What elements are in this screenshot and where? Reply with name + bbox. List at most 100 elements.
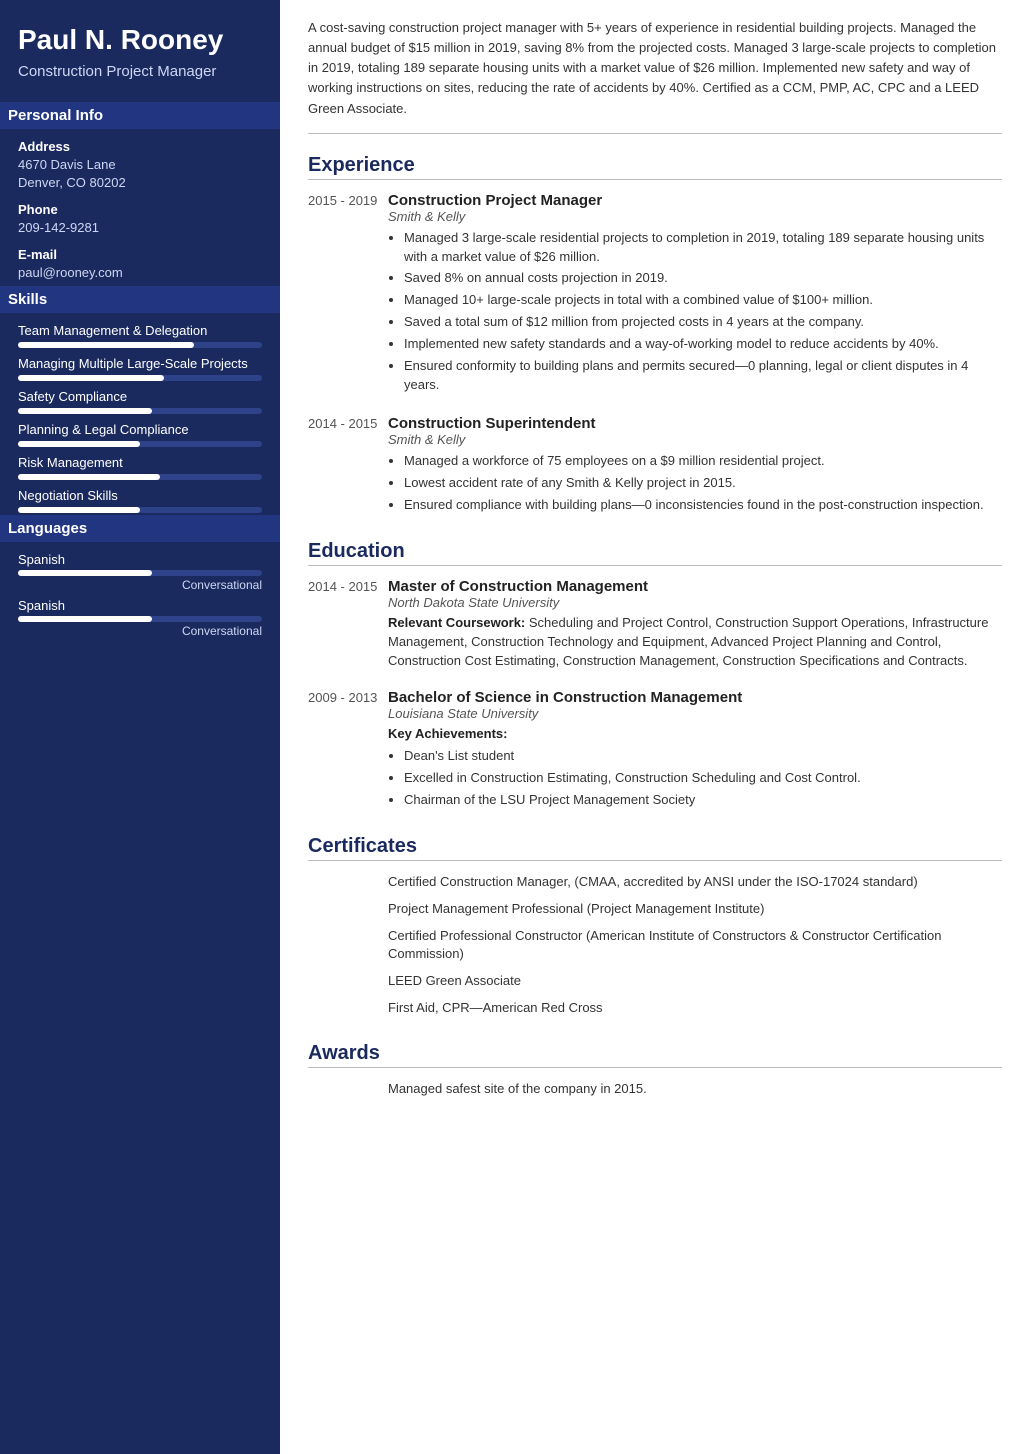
education-school: North Dakota State University: [388, 595, 1002, 610]
skill-name: Negotiation Skills: [18, 488, 262, 503]
education-school: Louisiana State University: [388, 706, 1002, 721]
award-indent: [308, 1080, 388, 1099]
certificates-section: Certificates Certified Construction Mana…: [308, 831, 1002, 1024]
education-degree: Master of Construction Management: [388, 578, 1002, 595]
language-level: Conversational: [18, 578, 262, 592]
certificate-text: Certified Professional Constructor (Amer…: [388, 927, 1002, 965]
education-achievements-label: Key Achievements:: [388, 725, 1002, 744]
experience-company: Smith & Kelly: [388, 209, 1002, 224]
phone-label: Phone: [18, 202, 262, 217]
skill-name: Safety Compliance: [18, 389, 262, 404]
skill-name: Managing Multiple Large-Scale Projects: [18, 356, 262, 371]
skill-bar-fill: [18, 342, 194, 348]
skill-bar-fill: [18, 441, 140, 447]
education-coursework: Relevant Coursework: Scheduling and Proj…: [388, 614, 1002, 671]
address-value: 4670 Davis LaneDenver, CO 80202: [18, 156, 262, 192]
skill-item: Planning & Legal Compliance: [18, 422, 262, 447]
language-item: Spanish Conversational: [18, 552, 262, 592]
language-level: Conversational: [18, 624, 262, 638]
certificate-row: Certified Professional Constructor (Amer…: [308, 927, 1002, 971]
skill-item: Negotiation Skills: [18, 488, 262, 513]
certificate-text: Certified Construction Manager, (CMAA, a…: [388, 873, 1002, 892]
experience-bullet: Managed 3 large-scale residential projec…: [404, 229, 1002, 267]
skill-bar: [18, 408, 262, 414]
language-name: Spanish: [18, 552, 262, 567]
skill-bar: [18, 342, 262, 348]
cert-indent: [308, 927, 388, 971]
phone-value: 209-142-9281: [18, 219, 262, 237]
experience-bullet: Managed 10+ large-scale projects in tota…: [404, 291, 1002, 310]
experience-content: Construction Project Manager Smith & Kel…: [388, 192, 1002, 398]
cert-indent: [308, 873, 388, 898]
experience-bullet: Ensured conformity to building plans and…: [404, 357, 1002, 395]
skill-bar: [18, 507, 262, 513]
certificate-row: First Aid, CPR—American Red Cross: [308, 999, 1002, 1024]
certificate-row: Project Management Professional (Project…: [308, 900, 1002, 925]
skill-bar: [18, 474, 262, 480]
address-label: Address: [18, 139, 262, 154]
education-bullets: Dean's List student Excelled in Construct…: [388, 747, 1002, 810]
skill-item: Managing Multiple Large-Scale Projects: [18, 356, 262, 381]
awards-title: Awards: [308, 1038, 1002, 1068]
education-degree: Bachelor of Science in Construction Mana…: [388, 689, 1002, 706]
skill-bar: [18, 375, 262, 381]
education-bullet: Excelled in Construction Estimating, Con…: [404, 769, 1002, 788]
certificate-text: Project Management Professional (Project…: [388, 900, 1002, 919]
skill-bar-fill: [18, 474, 160, 480]
languages-list: Spanish Conversational Spanish Conversat…: [18, 552, 262, 638]
summary-text: A cost-saving construction project manag…: [308, 18, 1002, 134]
candidate-title: Construction Project Manager: [18, 62, 262, 82]
education-bullet: Dean's List student: [404, 747, 1002, 766]
experience-bullet: Ensured compliance with building plans—0…: [404, 496, 1002, 515]
experience-bullet: Managed a workforce of 75 employees on a…: [404, 452, 1002, 471]
main-content: A cost-saving construction project manag…: [280, 0, 1030, 1454]
award-row: Managed safest site of the company in 20…: [308, 1080, 1002, 1099]
cert-indent: [308, 972, 388, 997]
experience-dates: 2015 - 2019: [308, 192, 388, 398]
experience-bullet: Saved 8% on annual costs projection in 2…: [404, 269, 1002, 288]
skill-bar-fill: [18, 375, 164, 381]
skill-bar-fill: [18, 507, 140, 513]
skill-item: Risk Management: [18, 455, 262, 480]
education-bullet: Chairman of the LSU Project Management S…: [404, 791, 1002, 810]
language-item: Spanish Conversational: [18, 598, 262, 638]
experience-item: 2015 - 2019 Construction Project Manager…: [308, 192, 1002, 398]
award-text: Managed safest site of the company in 20…: [388, 1080, 1002, 1099]
skill-name: Planning & Legal Compliance: [18, 422, 262, 437]
education-dates: 2014 - 2015: [308, 578, 388, 671]
skill-item: Team Management & Delegation: [18, 323, 262, 348]
language-bar: [18, 616, 262, 622]
education-item: 2014 - 2015 Master of Construction Manag…: [308, 578, 1002, 671]
education-list: 2014 - 2015 Master of Construction Manag…: [308, 578, 1002, 813]
resume-container: Paul N. Rooney Construction Project Mana…: [0, 0, 1030, 1454]
experience-title: Experience: [308, 150, 1002, 180]
language-name: Spanish: [18, 598, 262, 613]
sidebar: Paul N. Rooney Construction Project Mana…: [0, 0, 280, 1454]
experience-list: 2015 - 2019 Construction Project Manager…: [308, 192, 1002, 518]
certificate-row: Certified Construction Manager, (CMAA, a…: [308, 873, 1002, 898]
skill-name: Risk Management: [18, 455, 262, 470]
experience-bullets: Managed a workforce of 75 employees on a…: [388, 452, 1002, 515]
candidate-name: Paul N. Rooney: [18, 24, 262, 56]
experience-bullet: Implemented new safety standards and a w…: [404, 335, 1002, 354]
education-dates: 2009 - 2013: [308, 689, 388, 813]
certificates-list: Certified Construction Manager, (CMAA, a…: [308, 873, 1002, 1024]
experience-content: Construction Superintendent Smith & Kell…: [388, 415, 1002, 518]
language-bar-fill: [18, 570, 152, 576]
awards-section: Awards Managed safest site of the compan…: [308, 1038, 1002, 1099]
experience-company: Smith & Kelly: [388, 432, 1002, 447]
personal-info-section-title: Personal Info: [0, 102, 280, 129]
skill-bar: [18, 441, 262, 447]
certificates-title: Certificates: [308, 831, 1002, 861]
skill-name: Team Management & Delegation: [18, 323, 262, 338]
certificate-text: LEED Green Associate: [388, 972, 1002, 991]
language-bar-fill: [18, 616, 152, 622]
experience-job-title: Construction Superintendent: [388, 415, 1002, 432]
skill-item: Safety Compliance: [18, 389, 262, 414]
education-title: Education: [308, 536, 1002, 566]
email-label: E-mail: [18, 247, 262, 262]
experience-bullet: Saved a total sum of $12 million from pr…: [404, 313, 1002, 332]
certificate-text: First Aid, CPR—American Red Cross: [388, 999, 1002, 1018]
experience-item: 2014 - 2015 Construction Superintendent …: [308, 415, 1002, 518]
cert-indent: [308, 900, 388, 925]
